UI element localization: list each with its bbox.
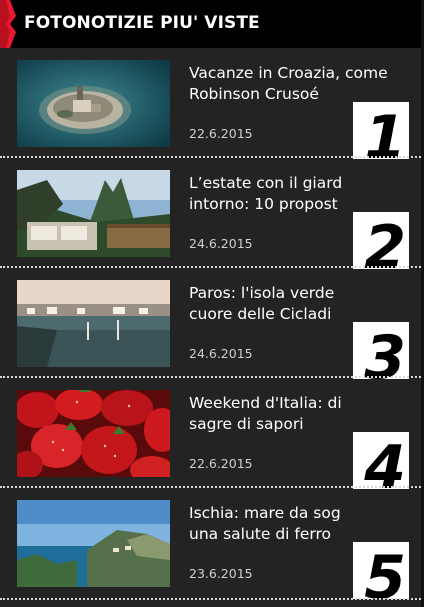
news-title[interactable]: Paros: l'isola verde cuore delle Cicladi	[189, 283, 424, 325]
widget-header: FOTONOTIZIE PIU' VISTE	[0, 0, 424, 48]
item-divider	[0, 266, 424, 268]
news-thumbnail[interactable]	[17, 390, 170, 477]
news-item-5[interactable]: Ischia: mare da sog una salute di ferro …	[0, 490, 424, 602]
strawberries-photo-icon	[17, 390, 170, 477]
news-thumbnail[interactable]	[17, 170, 170, 257]
island-photo-icon	[17, 60, 170, 147]
rank-badge: 4	[353, 432, 409, 489]
most-viewed-widget: FOTONOTIZIE PIU' VISTE Vacanze in Croazi…	[0, 0, 424, 607]
news-thumbnail[interactable]	[17, 280, 170, 367]
news-item-3[interactable]: Paros: l'isola verde cuore delle Cicladi…	[0, 270, 424, 382]
rank-number: 3	[364, 323, 406, 379]
rank-number: 2	[364, 213, 406, 269]
item-divider	[0, 486, 424, 488]
rank-badge: 5	[353, 542, 409, 599]
news-title[interactable]: L’estate con il giard intorno: 10 propos…	[189, 173, 424, 215]
rank-number: 1	[364, 103, 406, 159]
rank-badge: 2	[353, 212, 409, 269]
rank-badge: 3	[353, 322, 409, 379]
news-item-1[interactable]: Vacanze in Croazia, come Robinson Crusoé…	[0, 50, 424, 162]
news-title[interactable]: Weekend d'Italia: di sagre di sapori	[189, 393, 424, 435]
news-date: 23.6.2015	[189, 566, 253, 581]
harbor-photo-icon	[17, 280, 170, 367]
item-divider	[0, 376, 424, 378]
news-title[interactable]: Vacanze in Croazia, come Robinson Crusoé	[189, 63, 424, 105]
item-divider	[0, 156, 424, 158]
news-item-4[interactable]: Weekend d'Italia: di sagre di sapori 22.…	[0, 380, 424, 492]
news-title[interactable]: Ischia: mare da sog una salute di ferro	[189, 503, 424, 545]
news-item-2[interactable]: L’estate con il giard intorno: 10 propos…	[0, 160, 424, 272]
news-date: 24.6.2015	[189, 236, 253, 251]
garden-mountain-photo-icon	[17, 170, 170, 257]
news-date: 24.6.2015	[189, 346, 253, 361]
news-date: 22.6.2015	[189, 126, 253, 141]
news-thumbnail[interactable]	[17, 500, 170, 587]
rank-badge: 1	[353, 102, 409, 159]
widget-title: FOTONOTIZIE PIU' VISTE	[24, 13, 260, 33]
header-accent-flag	[0, 0, 16, 48]
rank-number: 4	[364, 433, 406, 489]
rank-number: 5	[364, 543, 406, 599]
coast-photo-icon	[17, 500, 170, 587]
item-divider	[0, 598, 424, 600]
news-date: 22.6.2015	[189, 456, 253, 471]
news-thumbnail[interactable]	[17, 60, 170, 147]
